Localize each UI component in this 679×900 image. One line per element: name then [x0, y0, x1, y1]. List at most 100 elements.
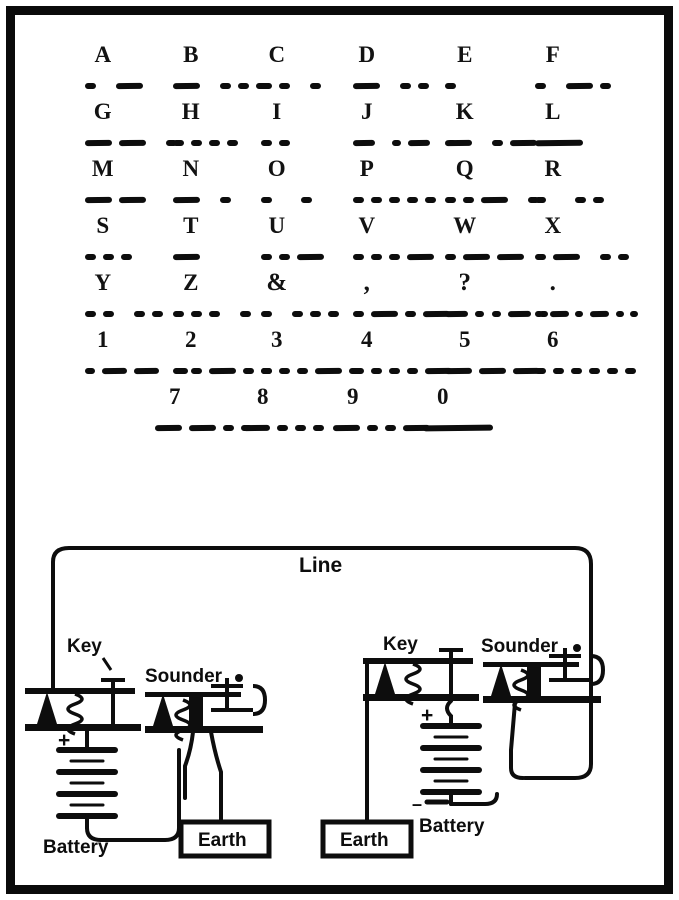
- morse-symbol: 0: [437, 384, 449, 409]
- morse-element-dash: [134, 367, 159, 375]
- morse-code-sequence: [535, 69, 645, 97]
- morse-element-dot: [173, 367, 184, 375]
- morse-element-dot: [418, 82, 429, 90]
- morse-element-dot: [279, 139, 290, 147]
- morse-symbol: A: [94, 42, 112, 67]
- morse-element-dot: [389, 196, 400, 204]
- morse-element-dot: [371, 253, 382, 261]
- morse-element-gap: [479, 140, 492, 146]
- morse-element-dot: [407, 196, 418, 204]
- morse-element-dash: [497, 253, 524, 261]
- morse-symbol: M: [91, 156, 115, 181]
- left-key-lever: [101, 678, 125, 724]
- morse-element-dot: [223, 424, 234, 432]
- morse-code-row: Y Z &,?.: [15, 269, 664, 328]
- morse-element-dash: [566, 82, 593, 90]
- morse-code-sequence: [535, 126, 645, 154]
- morse-element-dot: [630, 310, 638, 318]
- morse-symbol: 1: [97, 327, 109, 352]
- morse-symbol: 6: [547, 327, 559, 352]
- morse-element-dash: [408, 139, 430, 147]
- morse-entry: R: [535, 157, 645, 211]
- morse-element-dot: [279, 367, 290, 375]
- morse-element-dash: [463, 253, 490, 261]
- morse-element-gap2: [279, 197, 301, 203]
- morse-element-dash: [407, 253, 434, 261]
- morse-element-dot: [445, 253, 456, 261]
- morse-element-dot: [261, 82, 272, 90]
- morse-element-dot: [553, 367, 564, 375]
- left-earth-label: Earth: [198, 830, 247, 851]
- left-key-upper-bar: [25, 688, 135, 694]
- morse-element-dot: [607, 367, 618, 375]
- morse-element-dot: [261, 196, 272, 204]
- morse-code-row: A B C D E F: [15, 43, 664, 100]
- morse-element-dot: [103, 310, 114, 318]
- morse-element-gap: [553, 83, 566, 89]
- left-sounder-coil: [174, 698, 192, 742]
- morse-element-gap: [121, 311, 134, 317]
- morse-element-dash: [119, 139, 146, 147]
- morse-element-dot: [389, 367, 400, 375]
- morse-element-dot: [295, 424, 306, 432]
- morse-code-sequence: [535, 297, 645, 325]
- morse-element-dash: [371, 310, 398, 318]
- morse-element-dot: [310, 82, 321, 90]
- right-battery-minus-sign: –: [412, 794, 422, 814]
- morse-element-dash: [333, 424, 360, 432]
- morse-element-dash: [209, 367, 236, 375]
- morse-element-dot: [277, 424, 288, 432]
- morse-element-dot: [353, 253, 364, 261]
- morse-element-dot: [407, 367, 418, 375]
- morse-element-dot: [491, 310, 502, 318]
- morse-element-dot: [535, 196, 546, 204]
- morse-code-row: 7 8 9 0: [15, 385, 664, 445]
- morse-element-dot: [367, 424, 378, 432]
- morse-element-dash: [85, 139, 112, 147]
- morse-symbol: 8: [257, 384, 269, 409]
- telegraph-circuit-diagram: + Battery Sounder Key Earth Key + – Batt…: [15, 510, 664, 870]
- left-sounder-earth-wire-b: [209, 730, 223, 824]
- morse-element-dot: [220, 196, 231, 204]
- morse-element-dot: [209, 139, 220, 147]
- morse-symbol: E: [457, 42, 473, 67]
- morse-element-gap: [515, 197, 528, 203]
- morse-element-dot: [173, 310, 184, 318]
- morse-element-dot: [353, 196, 364, 204]
- morse-symbol: &: [266, 269, 288, 296]
- right-sounder-bar: [483, 696, 601, 703]
- morse-symbol: Z: [183, 270, 199, 295]
- right-battery-plus-sign: +: [421, 704, 433, 727]
- morse-element-dot: [152, 310, 163, 318]
- figure-page: A B C D E F G H I J K L M N O P Q R S T U V W X Y Z &,?. 1 2 3 4 5 6 7 8 9 0: [0, 0, 679, 900]
- morse-element-dot: [589, 367, 600, 375]
- left-battery-plus-sign: +: [58, 729, 70, 752]
- morse-element-dot: [445, 196, 456, 204]
- morse-code-table: A B C D E F G H I J K L M N O P Q R S T U V W X Y Z &,?. 1 2 3 4 5 6 7 8 9 0: [15, 43, 664, 445]
- morse-element-dot: [134, 310, 145, 318]
- morse-code-sequence: [535, 240, 645, 268]
- morse-symbol: 7: [169, 384, 181, 409]
- morse-element-dot: [463, 196, 474, 204]
- morse-element-gap: [587, 254, 600, 260]
- morse-element-dot: [445, 82, 456, 90]
- morse-element-gap: [153, 140, 166, 146]
- right-sounder-adjust-screw: [573, 644, 581, 652]
- morse-element-dash: [116, 82, 143, 90]
- morse-symbol: 4: [361, 327, 373, 352]
- morse-element-dot: [593, 196, 604, 204]
- morse-symbol: D: [358, 42, 376, 67]
- morse-element-dot: [292, 310, 303, 318]
- morse-element-dot: [240, 310, 251, 318]
- morse-symbol: P: [359, 156, 375, 181]
- right-sounder-post: [491, 664, 511, 696]
- morse-element-dot: [328, 310, 339, 318]
- morse-symbol: ?: [458, 269, 472, 296]
- morse-symbol: ,: [363, 269, 371, 296]
- morse-element-dot: [238, 82, 249, 90]
- morse-symbol: 5: [459, 327, 471, 352]
- morse-element-dot: [575, 196, 586, 204]
- morse-element-dash: [353, 82, 380, 90]
- morse-element-dot: [371, 367, 382, 375]
- morse-symbol: B: [183, 42, 199, 67]
